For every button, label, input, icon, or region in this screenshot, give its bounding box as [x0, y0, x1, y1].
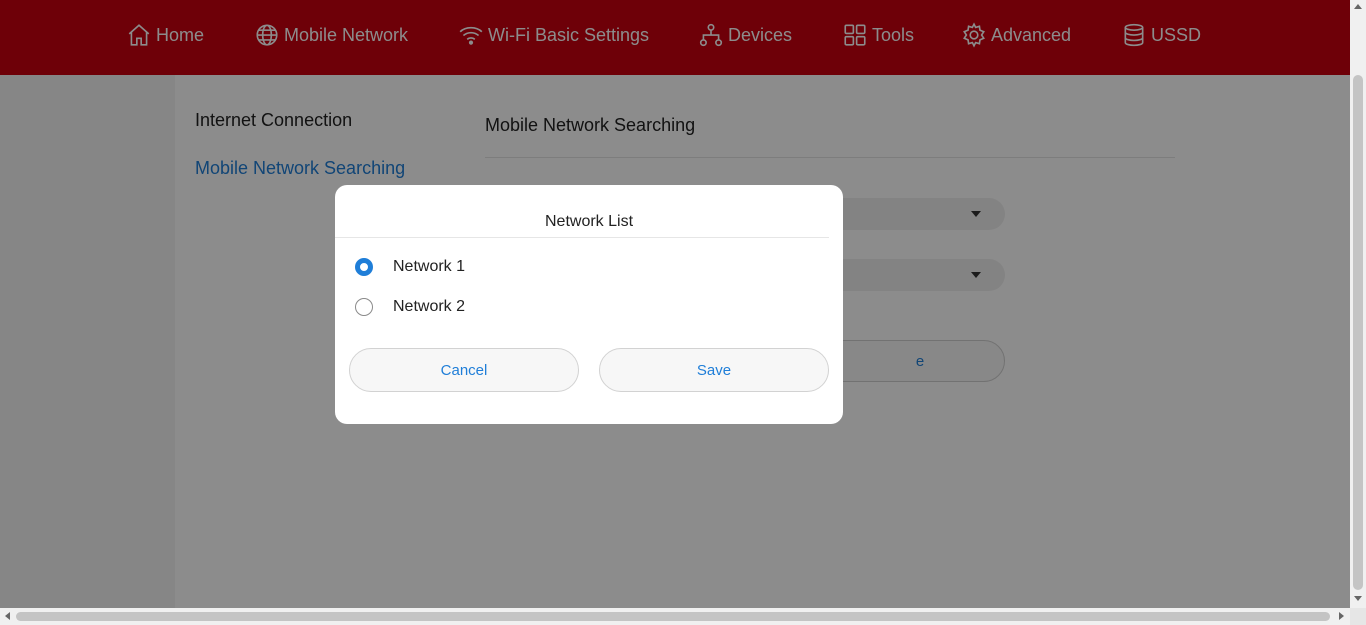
vertical-scrollbar[interactable] — [1350, 0, 1366, 608]
radio-checked-icon[interactable] — [355, 258, 373, 276]
save-button[interactable]: Save — [599, 348, 829, 392]
vertical-scroll-thumb[interactable] — [1353, 75, 1363, 590]
scroll-right-icon[interactable] — [1339, 612, 1344, 620]
scroll-up-icon[interactable] — [1354, 4, 1362, 9]
horizontal-scrollbar[interactable] — [0, 608, 1350, 625]
network-option-1-label: Network 1 — [393, 258, 466, 275]
scroll-down-icon[interactable] — [1354, 596, 1362, 601]
radio-unchecked-icon[interactable] — [355, 298, 373, 316]
dialog-divider — [335, 237, 829, 238]
scroll-left-icon[interactable] — [5, 612, 10, 620]
network-option-2[interactable]: Network 2 — [355, 298, 465, 316]
network-option-2-label: Network 2 — [393, 298, 466, 315]
dialog-title: Network List — [544, 213, 634, 230]
scrollbar-corner — [1350, 608, 1366, 625]
horizontal-scroll-thumb[interactable] — [16, 612, 1330, 621]
network-list-dialog: Network List Network 1 Network 2 Cancel … — [335, 185, 843, 424]
cancel-button[interactable]: Cancel — [349, 348, 579, 392]
network-option-1[interactable]: Network 1 — [355, 258, 465, 276]
